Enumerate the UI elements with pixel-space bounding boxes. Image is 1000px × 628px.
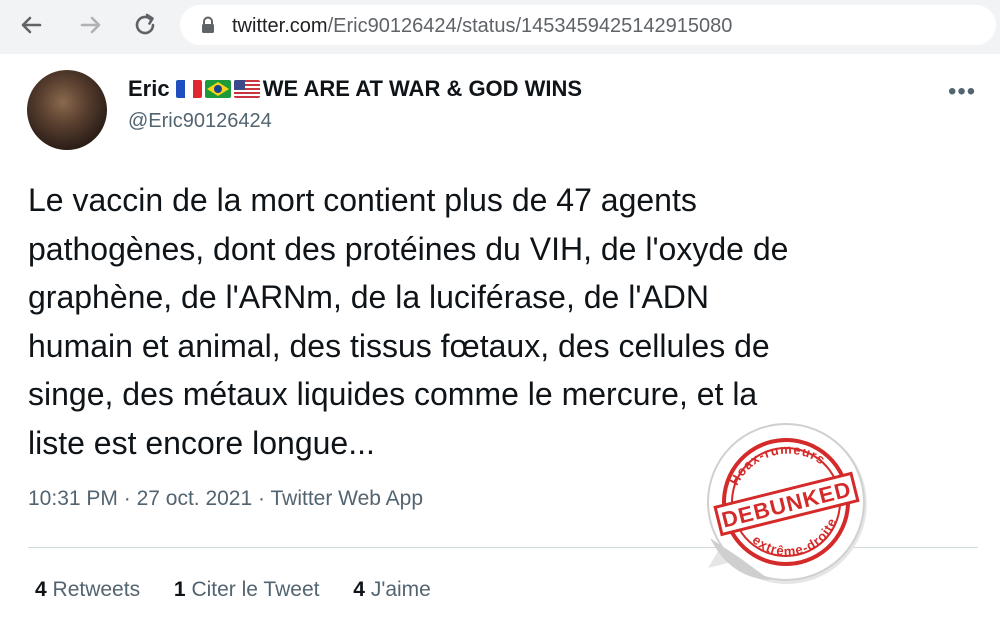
author-name: Eric	[128, 76, 170, 101]
likes-label: J'aime	[370, 578, 431, 601]
more-options-icon[interactable]: •••	[948, 78, 976, 106]
tweet-text-line: humain et animal, des tissus fœtaux, des…	[28, 327, 770, 364]
retweets-count: 4	[35, 578, 47, 601]
tweet-source[interactable]: Twitter Web App	[270, 487, 423, 510]
url-host: twitter.com	[232, 15, 328, 37]
url-path: /Eric90126424/status/1453459425142915080	[327, 15, 733, 37]
tweet-text-line: graphène, de l'ARNm, de la luciférase, d…	[28, 279, 709, 315]
quote-tweets-stat[interactable]: 1 Citer le Tweet	[174, 578, 320, 602]
reload-icon[interactable]	[130, 10, 160, 40]
likes-count: 4	[353, 578, 365, 601]
author-display-name[interactable]: Eric WE ARE AT WAR & GOD WINS	[128, 76, 582, 102]
debunked-stamp: Hoax-rumeurs DEBUNKED extrême-droite	[707, 423, 867, 584]
quote-tweets-label: Citer le Tweet	[191, 578, 320, 601]
back-arrow-icon[interactable]	[16, 10, 46, 40]
quote-tweets-count: 1	[173, 578, 186, 601]
address-bar[interactable]: twitter.com/Eric90126424/status/14534594…	[180, 5, 996, 45]
forward-arrow-icon[interactable]	[76, 10, 106, 40]
flag-usa-icon	[233, 80, 260, 98]
avatar[interactable]	[27, 70, 107, 150]
lock-icon	[202, 16, 214, 33]
tweet-text-line: Le vaccin de la mort contient plus de 47…	[28, 182, 697, 218]
flag-france-icon	[175, 80, 202, 98]
author-name-suffix: WE ARE AT WAR & GOD WINS	[262, 76, 583, 101]
author-handle[interactable]: @Eric90126424	[128, 110, 272, 133]
tweet-stats: 4 Retweets 1 Citer le Tweet 4 J'aime	[35, 578, 459, 602]
tweet-time[interactable]: 10:31 PM	[28, 487, 118, 510]
retweets-stat[interactable]: 4 Retweets	[35, 578, 140, 602]
meta-separator: ·	[258, 487, 266, 510]
tweet-text-line: singe, des métaux liquides comme le merc…	[28, 376, 758, 412]
meta-separator: ·	[123, 487, 131, 510]
tweet-meta: 10:31 PM · 27 oct. 2021 · Twitter Web Ap…	[28, 487, 423, 511]
likes-stat[interactable]: 4 J'aime	[353, 578, 431, 602]
tweet-date[interactable]: 27 oct. 2021	[137, 487, 253, 510]
retweets-label: Retweets	[52, 578, 141, 601]
flag-brazil-icon	[204, 80, 231, 98]
browser-toolbar: twitter.com/Eric90126424/status/14534594…	[0, 0, 1000, 54]
tweet-text-line: pathogènes, dont des protéines du VIH, d…	[28, 230, 789, 267]
url-text: twitter.com/Eric90126424/status/14534594…	[232, 15, 732, 38]
